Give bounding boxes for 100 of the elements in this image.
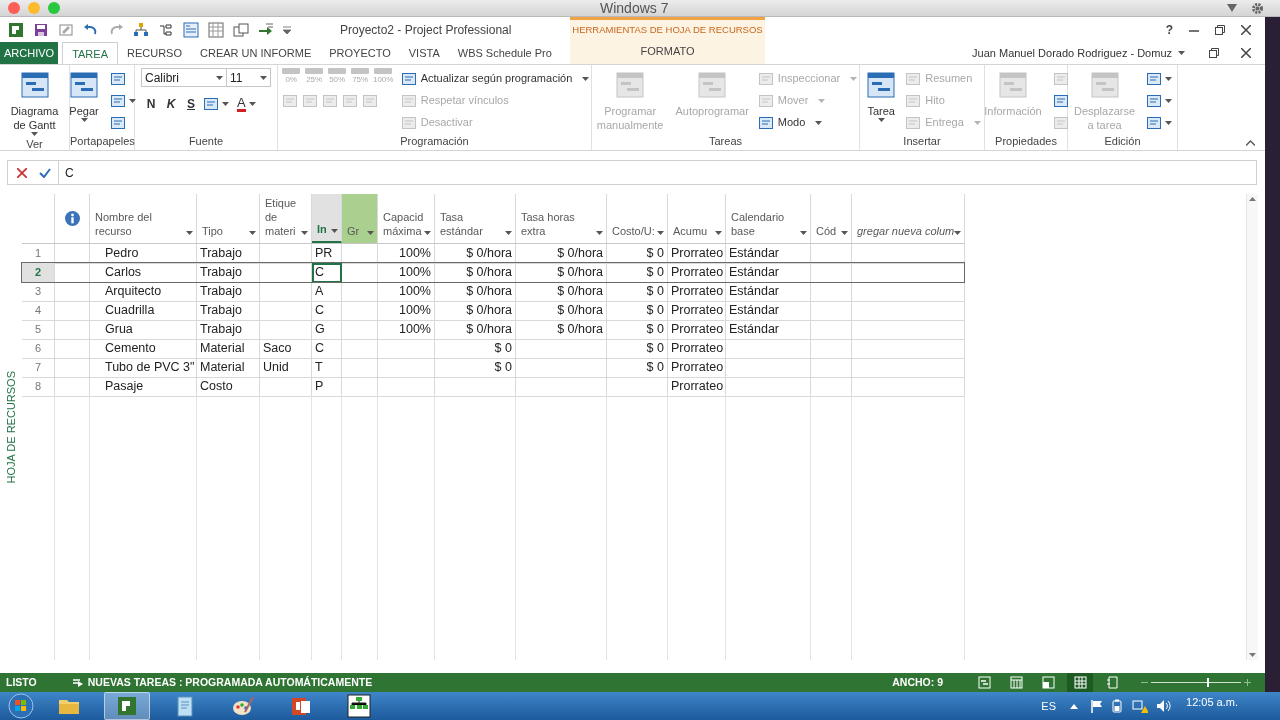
- row-number[interactable]: 3: [22, 282, 55, 302]
- ribbon-tab[interactable]: TAREA: [62, 42, 118, 64]
- ribbon-tab[interactable]: PROYECTO: [320, 42, 400, 64]
- table-cell: 100%: [378, 244, 435, 264]
- view-icon: [1009, 676, 1023, 689]
- empty-cell: [342, 377, 378, 397]
- row-number[interactable]: 8: [22, 377, 55, 397]
- scroll-down-icon[interactable]: [1249, 653, 1256, 657]
- tray-expand-icon[interactable]: [1070, 703, 1078, 709]
- table-cell: Estándar: [726, 320, 811, 340]
- ribbon-button[interactable]: Modo: [757, 112, 858, 133]
- ribbon-button[interactable]: Actualizar según programación: [400, 68, 590, 89]
- zoom-slider[interactable]: [1151, 677, 1241, 688]
- dropdown-field[interactable]: Calibri: [141, 68, 227, 87]
- empty-cell: [378, 358, 435, 378]
- customize-icon[interactable]: [283, 25, 291, 34]
- table-cell: Prorrateo: [668, 377, 726, 397]
- zoom-in-icon[interactable]: [1244, 679, 1251, 686]
- formula-bar[interactable]: C: [7, 160, 1257, 185]
- table-cell: Saco: [260, 339, 312, 359]
- ribbon-tab[interactable]: VISTA: [399, 42, 449, 64]
- app-logo-icon[interactable]: [8, 21, 24, 38]
- ribbon-button[interactable]: Tarea: [863, 68, 900, 122]
- table-cell: Prorrateo: [668, 263, 726, 283]
- row-number[interactable]: 6: [22, 339, 55, 359]
- caret-icon: [954, 231, 962, 235]
- caret-icon: [129, 98, 136, 103]
- row-number[interactable]: 7: [22, 358, 55, 378]
- save-icon[interactable]: [33, 21, 49, 38]
- empty-cell: [342, 358, 378, 378]
- gear-icon[interactable]: [1251, 1, 1264, 15]
- ribbon-tab[interactable]: FORMATO: [570, 40, 765, 62]
- org-chart-icon: [347, 694, 371, 718]
- caret-icon[interactable]: [1227, 4, 1237, 12]
- clock-time[interactable]: 12:05 a.m.: [1186, 694, 1238, 711]
- restore-icon[interactable]: [1209, 48, 1219, 58]
- caret-icon: [80, 118, 88, 122]
- row-number[interactable]: 2: [22, 263, 55, 283]
- language-indicator[interactable]: ES: [1041, 697, 1056, 715]
- format-button[interactable]: K: [161, 93, 181, 114]
- scrollbar[interactable]: [1246, 194, 1258, 660]
- caret-icon: [186, 231, 193, 235]
- column-header[interactable]: In: [312, 194, 342, 243]
- table-cell: $ 0/hora: [435, 301, 516, 321]
- restore-icon[interactable]: [1215, 24, 1225, 35]
- caret-icon: [260, 75, 267, 80]
- check-icon[interactable]: [39, 167, 51, 178]
- list-icon: [905, 92, 922, 109]
- table-cell: $ 0/hora: [516, 244, 607, 264]
- account-name[interactable]: Juan Manuel Dorado Rodriguez - Domuz: [972, 44, 1172, 62]
- close-icon[interactable]: [1241, 48, 1251, 58]
- zoom-out-icon[interactable]: [1141, 679, 1148, 686]
- table-cell: Trabajo: [197, 301, 260, 321]
- palette-icon: [231, 694, 255, 718]
- font-color-button[interactable]: A: [235, 93, 258, 114]
- scroll-up-icon[interactable]: [1249, 197, 1256, 201]
- list-icon: [281, 92, 298, 109]
- list-icon: [341, 92, 358, 109]
- table-cell: Carlos: [90, 263, 197, 283]
- ribbon-tab[interactable]: CREAR UN INFORME: [191, 42, 321, 64]
- start-icon[interactable]: [8, 693, 34, 719]
- group-label: Programación: [399, 134, 470, 149]
- window-icon: [998, 70, 1028, 100]
- table-cell: $ 0/hora: [435, 263, 516, 283]
- ribbon-button[interactable]: Diagrama de Gantt: [3, 68, 66, 136]
- cancel-icon[interactable]: [17, 167, 27, 178]
- org-chart-icon[interactable]: [133, 21, 149, 38]
- speaker-icon[interactable]: [1156, 699, 1172, 713]
- caret-icon: [505, 231, 512, 235]
- column-header[interactable]: Gr: [342, 194, 378, 243]
- table-cell: Prorrateo: [668, 339, 726, 359]
- group-label: Edición: [1103, 134, 1142, 149]
- battery-icon[interactable]: [1112, 699, 1122, 713]
- format-button[interactable]: N: [141, 93, 161, 114]
- dropdown-field[interactable]: 11: [227, 68, 271, 87]
- close-icon[interactable]: [1241, 24, 1251, 35]
- list-icon: [110, 70, 126, 87]
- ribbon-tab[interactable]: WBS Schedule Pro: [448, 42, 561, 64]
- empty-cell: [55, 339, 90, 359]
- collapse-icon[interactable]: [1246, 140, 1255, 146]
- list-icon: [905, 114, 922, 131]
- tree-icon[interactable]: [158, 21, 174, 38]
- flag-icon[interactable]: [1090, 699, 1104, 713]
- table-cell: Tubo de PVC 3": [90, 358, 197, 378]
- network-icon[interactable]: [1132, 699, 1148, 713]
- row-number[interactable]: 5: [22, 320, 55, 340]
- table-cell: $ 0/hora: [435, 282, 516, 302]
- ribbon-tab[interactable]: RECURSO: [118, 42, 191, 64]
- ribbon-button[interactable]: Pegar: [66, 68, 102, 122]
- table-cell: Material: [197, 339, 260, 359]
- ribbon-tab[interactable]: ARCHIVO: [0, 42, 59, 64]
- empty-cell: [811, 358, 852, 378]
- view-button[interactable]: [1067, 673, 1093, 692]
- windows-icon[interactable]: [233, 21, 249, 38]
- status-new-tasks[interactable]: NUEVAS TAREAS : PROGRAMADA AUTOMÁTICAMENTE: [87, 674, 373, 691]
- row-number[interactable]: 4: [22, 301, 55, 321]
- format-button[interactable]: S: [181, 93, 201, 114]
- arrow-icon[interactable]: [258, 21, 274, 38]
- help-button[interactable]: ?: [1165, 20, 1173, 39]
- table-cell: 100%: [378, 282, 435, 302]
